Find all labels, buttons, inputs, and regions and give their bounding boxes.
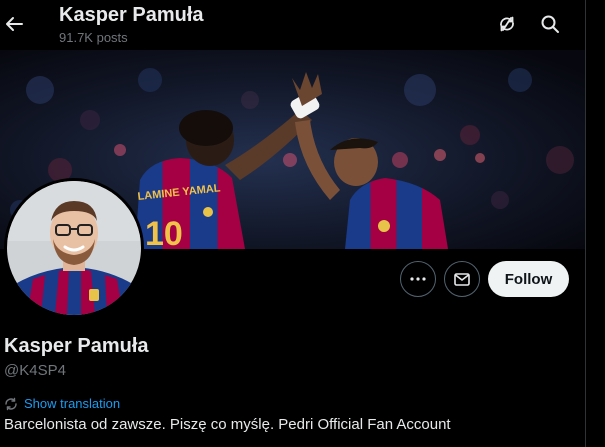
profile-bio: Barcelonista od zawsze. Piszę co myślę. … (4, 416, 451, 433)
translate-icon (5, 397, 17, 410)
avatar[interactable] (4, 178, 144, 318)
avatar-photo (7, 181, 141, 315)
search-icon (541, 15, 559, 33)
envelope-icon (454, 273, 470, 286)
more-icon (410, 277, 426, 281)
show-translation-link[interactable]: Show translation (4, 396, 120, 411)
more-options-button[interactable] (400, 261, 436, 297)
jersey-number: 10 (145, 215, 183, 249)
back-button[interactable] (0, 6, 28, 42)
message-button[interactable] (444, 261, 480, 297)
post-count: 91.7K posts (59, 30, 128, 45)
profile-handle: @K4SP4 (4, 362, 66, 379)
header-title: Kasper Pamuła (59, 4, 204, 26)
arrow-left-icon (6, 17, 23, 31)
search-button[interactable] (534, 8, 566, 40)
profile-name: Kasper Pamuła (4, 335, 149, 357)
refresh-button[interactable] (491, 8, 523, 40)
top-bar: Kasper Pamuła 91.7K posts (0, 0, 585, 50)
show-translation-label: Show translation (24, 396, 121, 411)
follow-button[interactable]: Follow (488, 261, 569, 297)
refresh-icon (500, 16, 514, 32)
column-divider (585, 0, 586, 447)
